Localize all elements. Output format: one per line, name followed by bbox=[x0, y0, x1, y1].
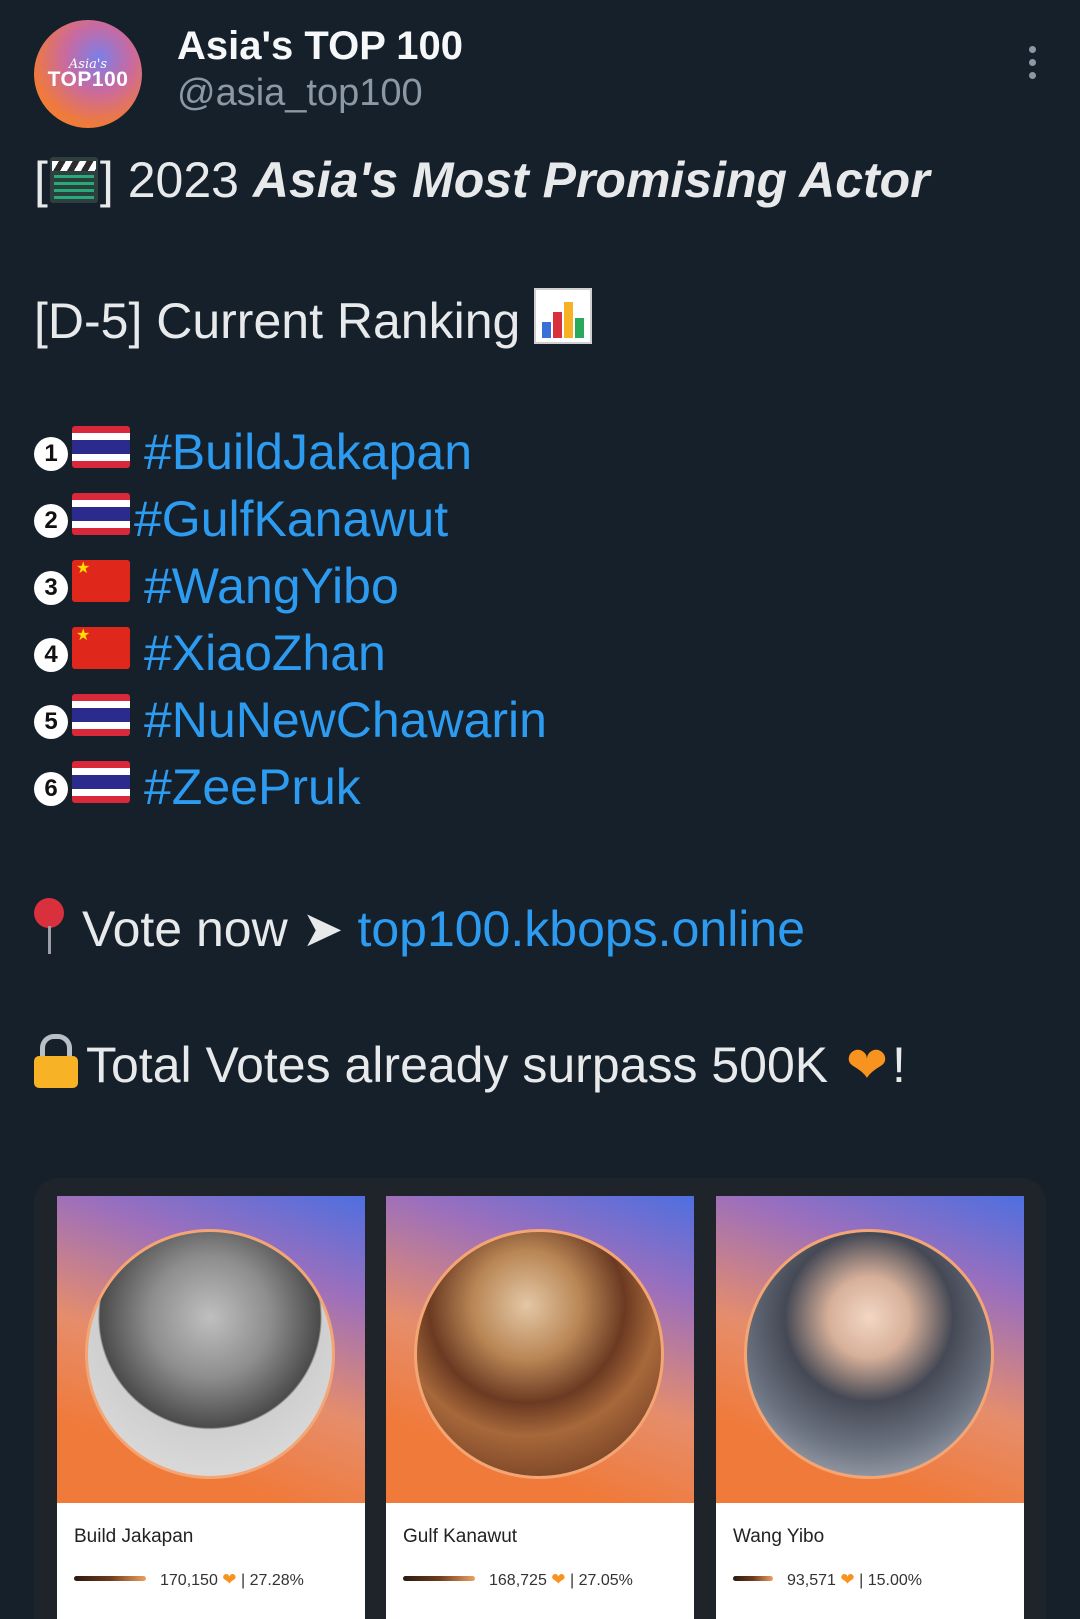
unlocked-icon bbox=[34, 1034, 78, 1088]
total-votes-line: Total Votes already surpass 500K ❤! bbox=[34, 1034, 906, 1095]
vote-link[interactable]: top100.kbops.online bbox=[357, 901, 805, 957]
thailand-flag-icon bbox=[72, 426, 130, 468]
hashtag-link[interactable]: #WangYibo bbox=[144, 558, 399, 614]
candidate-stats: 168,725 ❤ | 27.05% bbox=[403, 1570, 693, 1592]
rank-badge: 2 bbox=[34, 504, 68, 538]
candidate-photo bbox=[85, 1229, 335, 1479]
candidate-card: Gulf Kanawut 168,725 ❤ | 27.05% bbox=[386, 1196, 694, 1619]
ranking-item: 2 #GulfKanawut bbox=[34, 489, 448, 549]
rank-badge: 5 bbox=[34, 705, 68, 739]
round-pushpin-icon bbox=[34, 898, 66, 956]
avatar[interactable]: Asia's TOP100 bbox=[34, 20, 142, 128]
thailand-flag-icon bbox=[72, 493, 130, 535]
ranking-item: 1 #BuildJakapan bbox=[34, 422, 472, 482]
candidate-name: Wang Yibo bbox=[733, 1526, 825, 1547]
vote-percent: | 15.00% bbox=[859, 1572, 922, 1589]
tweet-header: Asia's TOP100 Asia's TOP 100 @asia_top10… bbox=[34, 20, 1046, 132]
orange-heart-icon: ❤ bbox=[846, 1037, 888, 1093]
ranking-heading-text: [D-5] Current Ranking bbox=[34, 293, 521, 349]
china-flag-icon bbox=[72, 560, 130, 602]
candidate-stats: 170,150 ❤ | 27.28% bbox=[74, 1570, 364, 1592]
orange-heart-icon: ❤ bbox=[840, 1570, 855, 1589]
vote-count: 168,725 bbox=[489, 1572, 547, 1589]
attached-image[interactable]: Build Jakapan 170,150 ❤ | 27.28% Gulf Ka… bbox=[34, 1178, 1046, 1619]
vote-percent: | 27.28% bbox=[241, 1572, 304, 1589]
vote-text: Vote now bbox=[82, 901, 288, 957]
vote-count: 93,571 bbox=[787, 1572, 836, 1589]
rank-badge: 4 bbox=[34, 638, 68, 672]
rank-badge: 1 bbox=[34, 437, 68, 471]
hashtag-link[interactable]: #XiaoZhan bbox=[144, 625, 386, 681]
candidate-card: Wang Yibo 93,571 ❤ | 15.00% bbox=[716, 1196, 1024, 1619]
avatar-text-big: TOP100 bbox=[47, 67, 129, 91]
ranking-heading: [D-5] Current Ranking bbox=[34, 288, 593, 351]
display-name[interactable]: Asia's TOP 100 bbox=[177, 24, 463, 69]
title-prefix: 2023 bbox=[127, 152, 239, 208]
ranking-item: 3 #WangYibo bbox=[34, 556, 399, 616]
total-votes-suffix: ! bbox=[891, 1037, 906, 1093]
ranking-item: 5 #NuNewChawarin bbox=[34, 690, 547, 750]
vote-bar bbox=[733, 1576, 773, 1581]
candidate-photo bbox=[744, 1229, 994, 1479]
candidate-stats: 93,571 ❤ | 15.00% bbox=[733, 1570, 1023, 1592]
orange-heart-icon: ❤ bbox=[551, 1570, 566, 1589]
rank-badge: 3 bbox=[34, 571, 68, 605]
total-votes-text: Total Votes already surpass 500K bbox=[86, 1037, 829, 1093]
china-flag-icon bbox=[72, 627, 130, 669]
tweet-title: [] 2023 Asia's Most Promising Actor bbox=[34, 152, 930, 208]
candidate-card: Build Jakapan 170,150 ❤ | 27.28% bbox=[57, 1196, 365, 1619]
candidate-name: Gulf Kanawut bbox=[403, 1526, 518, 1547]
vote-count: 170,150 bbox=[160, 1572, 218, 1589]
ranking-item: 4 #XiaoZhan bbox=[34, 623, 386, 683]
vote-bar bbox=[403, 1576, 475, 1581]
bar-chart-icon bbox=[534, 288, 593, 344]
vote-bar bbox=[74, 1576, 146, 1581]
hashtag-link[interactable]: #NuNewChawarin bbox=[144, 692, 547, 748]
candidate-photo bbox=[414, 1229, 664, 1479]
vote-percent: | 27.05% bbox=[570, 1572, 633, 1589]
orange-heart-icon: ❤ bbox=[222, 1570, 237, 1589]
hashtag-link[interactable]: #GulfKanawut bbox=[134, 491, 448, 547]
candidate-name: Build Jakapan bbox=[74, 1526, 194, 1547]
hashtag-link[interactable]: #ZeePruk bbox=[144, 759, 361, 815]
more-options-icon[interactable] bbox=[1026, 46, 1038, 82]
arrow-icon: ➤ bbox=[301, 901, 344, 957]
handle[interactable]: @asia_top100 bbox=[177, 72, 423, 115]
clapperboard-icon bbox=[49, 157, 98, 203]
ranking-item: 6 #ZeePruk bbox=[34, 757, 361, 817]
thailand-flag-icon bbox=[72, 694, 130, 736]
title-emphasis: Asia's Most Promising Actor bbox=[252, 152, 930, 208]
rank-badge: 6 bbox=[34, 772, 68, 806]
hashtag-link[interactable]: #BuildJakapan bbox=[144, 424, 472, 480]
thailand-flag-icon bbox=[72, 761, 130, 803]
vote-line: Vote now ➤ top100.kbops.online bbox=[34, 898, 805, 959]
